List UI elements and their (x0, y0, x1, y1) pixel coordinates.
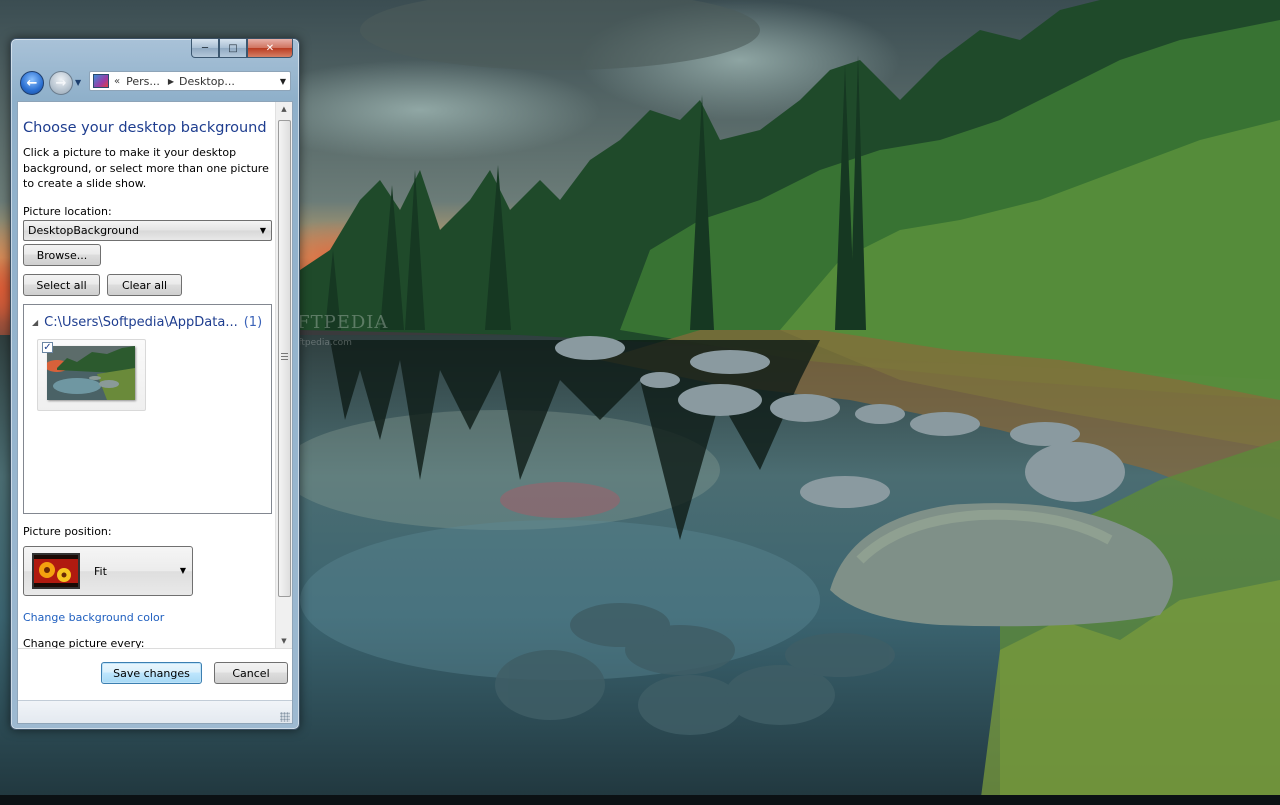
picture-position-select[interactable]: Fit ▼ (23, 546, 193, 596)
chevron-down-icon: ▼ (259, 226, 266, 235)
scroll-up-icon[interactable]: ▲ (276, 102, 292, 116)
page-description: Click a picture to make it your desktop … (23, 146, 269, 190)
group-path: C:\Users\Softpedia\AppData... (44, 315, 238, 330)
cancel-button[interactable]: Cancel (214, 662, 288, 684)
status-bar (18, 700, 292, 723)
navigation-bar: ← → ▼ « Pers... ▶ Desktop... ▼ (17, 70, 293, 96)
group-count: (1) (243, 315, 263, 330)
page-title: Choose your desktop background (23, 120, 267, 136)
scroll-thumb[interactable] (278, 120, 291, 597)
maximize-icon: □ (228, 42, 238, 54)
picture-location-select[interactable]: DesktopBackground ▼ (23, 220, 272, 241)
minimize-icon: ─ (201, 42, 209, 54)
breadcrumb-overflow[interactable]: « (114, 76, 120, 87)
vertical-scrollbar[interactable]: ▲ ▼ (275, 102, 292, 648)
arrow-left-icon: ← (26, 75, 38, 91)
scroll-grip-icon (281, 353, 288, 361)
caption-buttons: ─ □ ✕ (191, 39, 293, 58)
picture-location-value: DesktopBackground (28, 224, 139, 237)
change-background-color-link[interactable]: Change background color (23, 611, 164, 624)
group-header[interactable]: ◢ C:\Users\Softpedia\AppData... (1) (32, 315, 262, 330)
picture-location-label: Picture location: (23, 205, 112, 218)
select-all-button[interactable]: Select all (23, 274, 100, 296)
address-bar[interactable]: « Pers... ▶ Desktop... ▼ (89, 71, 291, 91)
breadcrumb-separator-icon[interactable]: ▶ (168, 77, 174, 86)
picture-position-preview (32, 553, 80, 589)
content-pane: ▲ ▼ Choose your desktop background Click… (17, 101, 293, 724)
wallpaper-thumbnail[interactable] (47, 346, 135, 400)
chevron-down-icon: ▼ (75, 78, 82, 87)
save-changes-button[interactable]: Save changes (101, 662, 202, 684)
clear-all-button[interactable]: Clear all (107, 274, 182, 296)
resize-grip-icon[interactable] (280, 712, 290, 722)
flower-icon (34, 555, 78, 587)
recent-pages-dropdown[interactable]: ▼ (75, 78, 81, 87)
minimize-button[interactable]: ─ (191, 39, 219, 58)
picture-list[interactable]: ◢ C:\Users\Softpedia\AppData... (1) ✓ (23, 304, 272, 514)
breadcrumb-item-personalization[interactable]: Pers... (126, 75, 160, 88)
lake-forest-wallpaper-thumbnail (47, 346, 135, 400)
picture-position-label: Picture position: (23, 525, 112, 538)
close-icon: ✕ (265, 42, 275, 54)
picture-checkbox[interactable]: ✓ (42, 342, 53, 353)
maximize-button[interactable]: □ (219, 39, 247, 58)
browse-button[interactable]: Browse... (23, 244, 101, 266)
back-button[interactable]: ← (20, 71, 44, 95)
close-button[interactable]: ✕ (247, 39, 293, 58)
arrow-right-icon: → (55, 75, 67, 91)
picture-position-value: Fit (94, 565, 107, 578)
scroll-down-icon[interactable]: ▼ (276, 634, 292, 648)
control-panel-icon (93, 74, 109, 88)
breadcrumb-item-desktop[interactable]: Desktop... (179, 75, 235, 88)
collapse-triangle-icon[interactable]: ◢ (32, 318, 38, 327)
chevron-down-icon: ▼ (179, 566, 186, 575)
forward-button[interactable]: → (49, 71, 73, 95)
address-dropdown-icon[interactable]: ▼ (280, 77, 286, 86)
personalization-window: ─ □ ✕ ← → ▼ « Pers... ▶ Desktop... ▼ ▲ ▼… (10, 38, 300, 730)
dialog-footer: Save changes Cancel (18, 648, 292, 701)
picture-tile[interactable]: ✓ (37, 339, 146, 411)
